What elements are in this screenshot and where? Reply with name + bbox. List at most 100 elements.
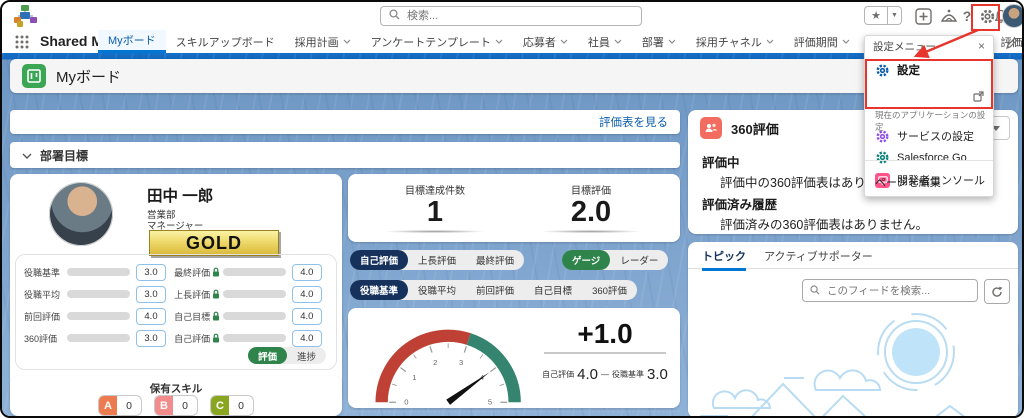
goal-stats-card: 目標達成件数 1 目標評価 2.0 xyxy=(348,174,680,242)
chevron-down-icon[interactable] xyxy=(560,39,568,44)
tab-hiring-plan[interactable]: 採用計画 xyxy=(285,30,361,53)
filter-role-average[interactable]: 役職平均 xyxy=(408,280,466,300)
gauge-chart: 012345 xyxy=(356,310,546,410)
gear-icon xyxy=(875,63,890,78)
skill-badge-c[interactable]: C0 xyxy=(210,395,254,416)
filter-final-eval[interactable]: 最終評価 xyxy=(466,250,524,270)
tab-topics[interactable]: トピック xyxy=(702,248,746,271)
chevron-down-icon[interactable] xyxy=(343,39,351,44)
eval-360-title: 360評価 xyxy=(731,119,779,138)
tab-active-supporters[interactable]: アクティブサポーター xyxy=(764,248,873,264)
value-box[interactable]: 4.0 xyxy=(292,330,322,347)
slider[interactable] xyxy=(67,334,129,342)
view-gauge-button[interactable]: ゲージ xyxy=(562,250,610,270)
value-box[interactable]: 3.0 xyxy=(136,286,166,303)
tab-skillup-board[interactable]: スキルアップボード xyxy=(166,30,285,53)
drop-zone-divider xyxy=(348,411,680,412)
tab-myboard[interactable]: Myボード xyxy=(98,30,166,53)
lock-icon xyxy=(212,267,220,277)
tab-survey-template[interactable]: アンケートテンプレート xyxy=(361,30,513,53)
value-box[interactable]: 4.0 xyxy=(292,286,322,303)
section-department-goals[interactable]: 部署目標 xyxy=(10,142,680,168)
toggle-progress[interactable]: 進捗 xyxy=(287,347,326,364)
favorites-button[interactable]: ★ ▼ xyxy=(864,6,902,25)
filter-manager-eval[interactable]: 上長評価 xyxy=(408,250,466,270)
slider[interactable] xyxy=(67,312,129,320)
feed-search[interactable] xyxy=(802,279,978,302)
metric-row: 役職平均 3.0 上長評価 4.0 xyxy=(24,285,330,303)
view-radar-button[interactable]: レーダー xyxy=(610,250,668,270)
slider[interactable] xyxy=(223,290,285,298)
star-icon[interactable]: ★ xyxy=(865,7,887,24)
profile-card: 田中 一郎 営業部 マネージャー GOLD 役職基準 3.0 最終評価 4.0 … xyxy=(10,174,342,404)
guidance-center-button[interactable] xyxy=(938,6,960,26)
gear-icon xyxy=(875,150,890,165)
page-title: Myボード xyxy=(56,66,121,87)
app-launcher-icon[interactable] xyxy=(15,35,29,54)
slider[interactable] xyxy=(67,290,129,298)
chevron-down-icon[interactable] xyxy=(614,39,622,44)
edit-nav-pencil-icon[interactable] xyxy=(1006,36,1018,54)
gear-icon xyxy=(875,129,890,144)
people-360-icon xyxy=(700,117,722,139)
svg-text:0: 0 xyxy=(404,398,408,407)
refresh-feed-button[interactable] xyxy=(984,279,1010,304)
value-box[interactable]: 4.0 xyxy=(292,308,322,325)
global-actions-button[interactable] xyxy=(912,6,934,26)
gauge-delta-value: +1.0 xyxy=(544,318,666,354)
filter-self-eval[interactable]: 自己評価 xyxy=(350,250,408,270)
board-toolbar: 評価表を見る xyxy=(10,110,680,134)
svg-text:1: 1 xyxy=(412,373,416,382)
svg-text:5: 5 xyxy=(488,398,492,407)
menu-item-setup[interactable]: 設定 xyxy=(865,62,993,78)
feed-search-input[interactable] xyxy=(825,284,970,298)
tab-hiring-channels[interactable]: 採用チャネル xyxy=(686,30,784,53)
favorites-dropdown-icon[interactable]: ▼ xyxy=(887,7,901,24)
filter-previous-eval[interactable]: 前回評価 xyxy=(466,280,524,300)
value-box[interactable]: 4.0 xyxy=(136,308,166,325)
filter-self-goal[interactable]: 自己目標 xyxy=(524,280,582,300)
external-link-icon xyxy=(973,89,984,107)
tab-applicants[interactable]: 応募者 xyxy=(513,30,578,53)
svg-text:2: 2 xyxy=(433,358,437,367)
user-avatar[interactable] xyxy=(1002,4,1024,28)
chevron-down-icon[interactable] xyxy=(668,39,676,44)
value-box[interactable]: 3.0 xyxy=(136,330,166,347)
skill-badge-a[interactable]: A0 xyxy=(98,395,142,416)
eval-progress-toggle[interactable]: 評価 進捗 xyxy=(248,347,326,364)
setup-menu: 設定メニュー × 設定 現在のアプリケーションの設定 サービスの設定 Sales… xyxy=(864,35,994,197)
slider[interactable] xyxy=(67,268,129,276)
metric-row: 役職基準 3.0 最終評価 4.0 xyxy=(24,263,330,281)
value-box[interactable]: 4.0 xyxy=(292,264,322,281)
filter-360-eval[interactable]: 360評価 xyxy=(582,280,637,300)
tab-employees[interactable]: 社員 xyxy=(578,30,632,53)
metrics-card: 役職基準 3.0 最終評価 4.0 役職平均 3.0 上長評価 4.0 前回評価… xyxy=(15,254,337,370)
setup-menu-title: 設定メニュー xyxy=(873,39,936,54)
menu-item-service-setup[interactable]: サービスの設定 xyxy=(865,128,993,144)
menu-item-salesforce-go[interactable]: Salesforce Go xyxy=(865,150,993,165)
org-logo-icon xyxy=(12,4,42,28)
view-evaluation-link[interactable]: 評価表を見る xyxy=(599,114,668,130)
close-icon[interactable]: × xyxy=(978,39,985,53)
filter-role-standard[interactable]: 役職基準 xyxy=(350,280,408,300)
global-search[interactable] xyxy=(380,6,642,26)
chevron-down-icon[interactable] xyxy=(495,39,503,44)
skill-badge-b[interactable]: B0 xyxy=(154,395,198,416)
value-box[interactable]: 3.0 xyxy=(136,264,166,281)
tab-departments[interactable]: 部署 xyxy=(632,30,686,53)
help-button[interactable]: ? xyxy=(960,6,974,26)
employee-name: 田中 一郎 xyxy=(147,184,213,206)
toggle-eval[interactable]: 評価 xyxy=(248,347,287,364)
chevron-down-icon[interactable] xyxy=(842,39,850,44)
slider[interactable] xyxy=(223,312,285,320)
slider[interactable] xyxy=(223,268,285,276)
tab-eval-periods[interactable]: 評価期間 xyxy=(784,30,860,53)
empty-feed-illustration xyxy=(688,312,1018,418)
menu-item-edit-page[interactable]: ページを編集 xyxy=(875,174,941,190)
app-window: ★ ▼ ? Shared Mee Myボード スキルアップボード 採用計画 アン… xyxy=(0,0,1024,418)
chevron-down-icon[interactable] xyxy=(766,39,774,44)
slider[interactable] xyxy=(223,334,285,342)
search-input[interactable] xyxy=(405,9,633,23)
chevron-down-icon[interactable] xyxy=(22,146,32,164)
search-icon xyxy=(389,9,400,23)
